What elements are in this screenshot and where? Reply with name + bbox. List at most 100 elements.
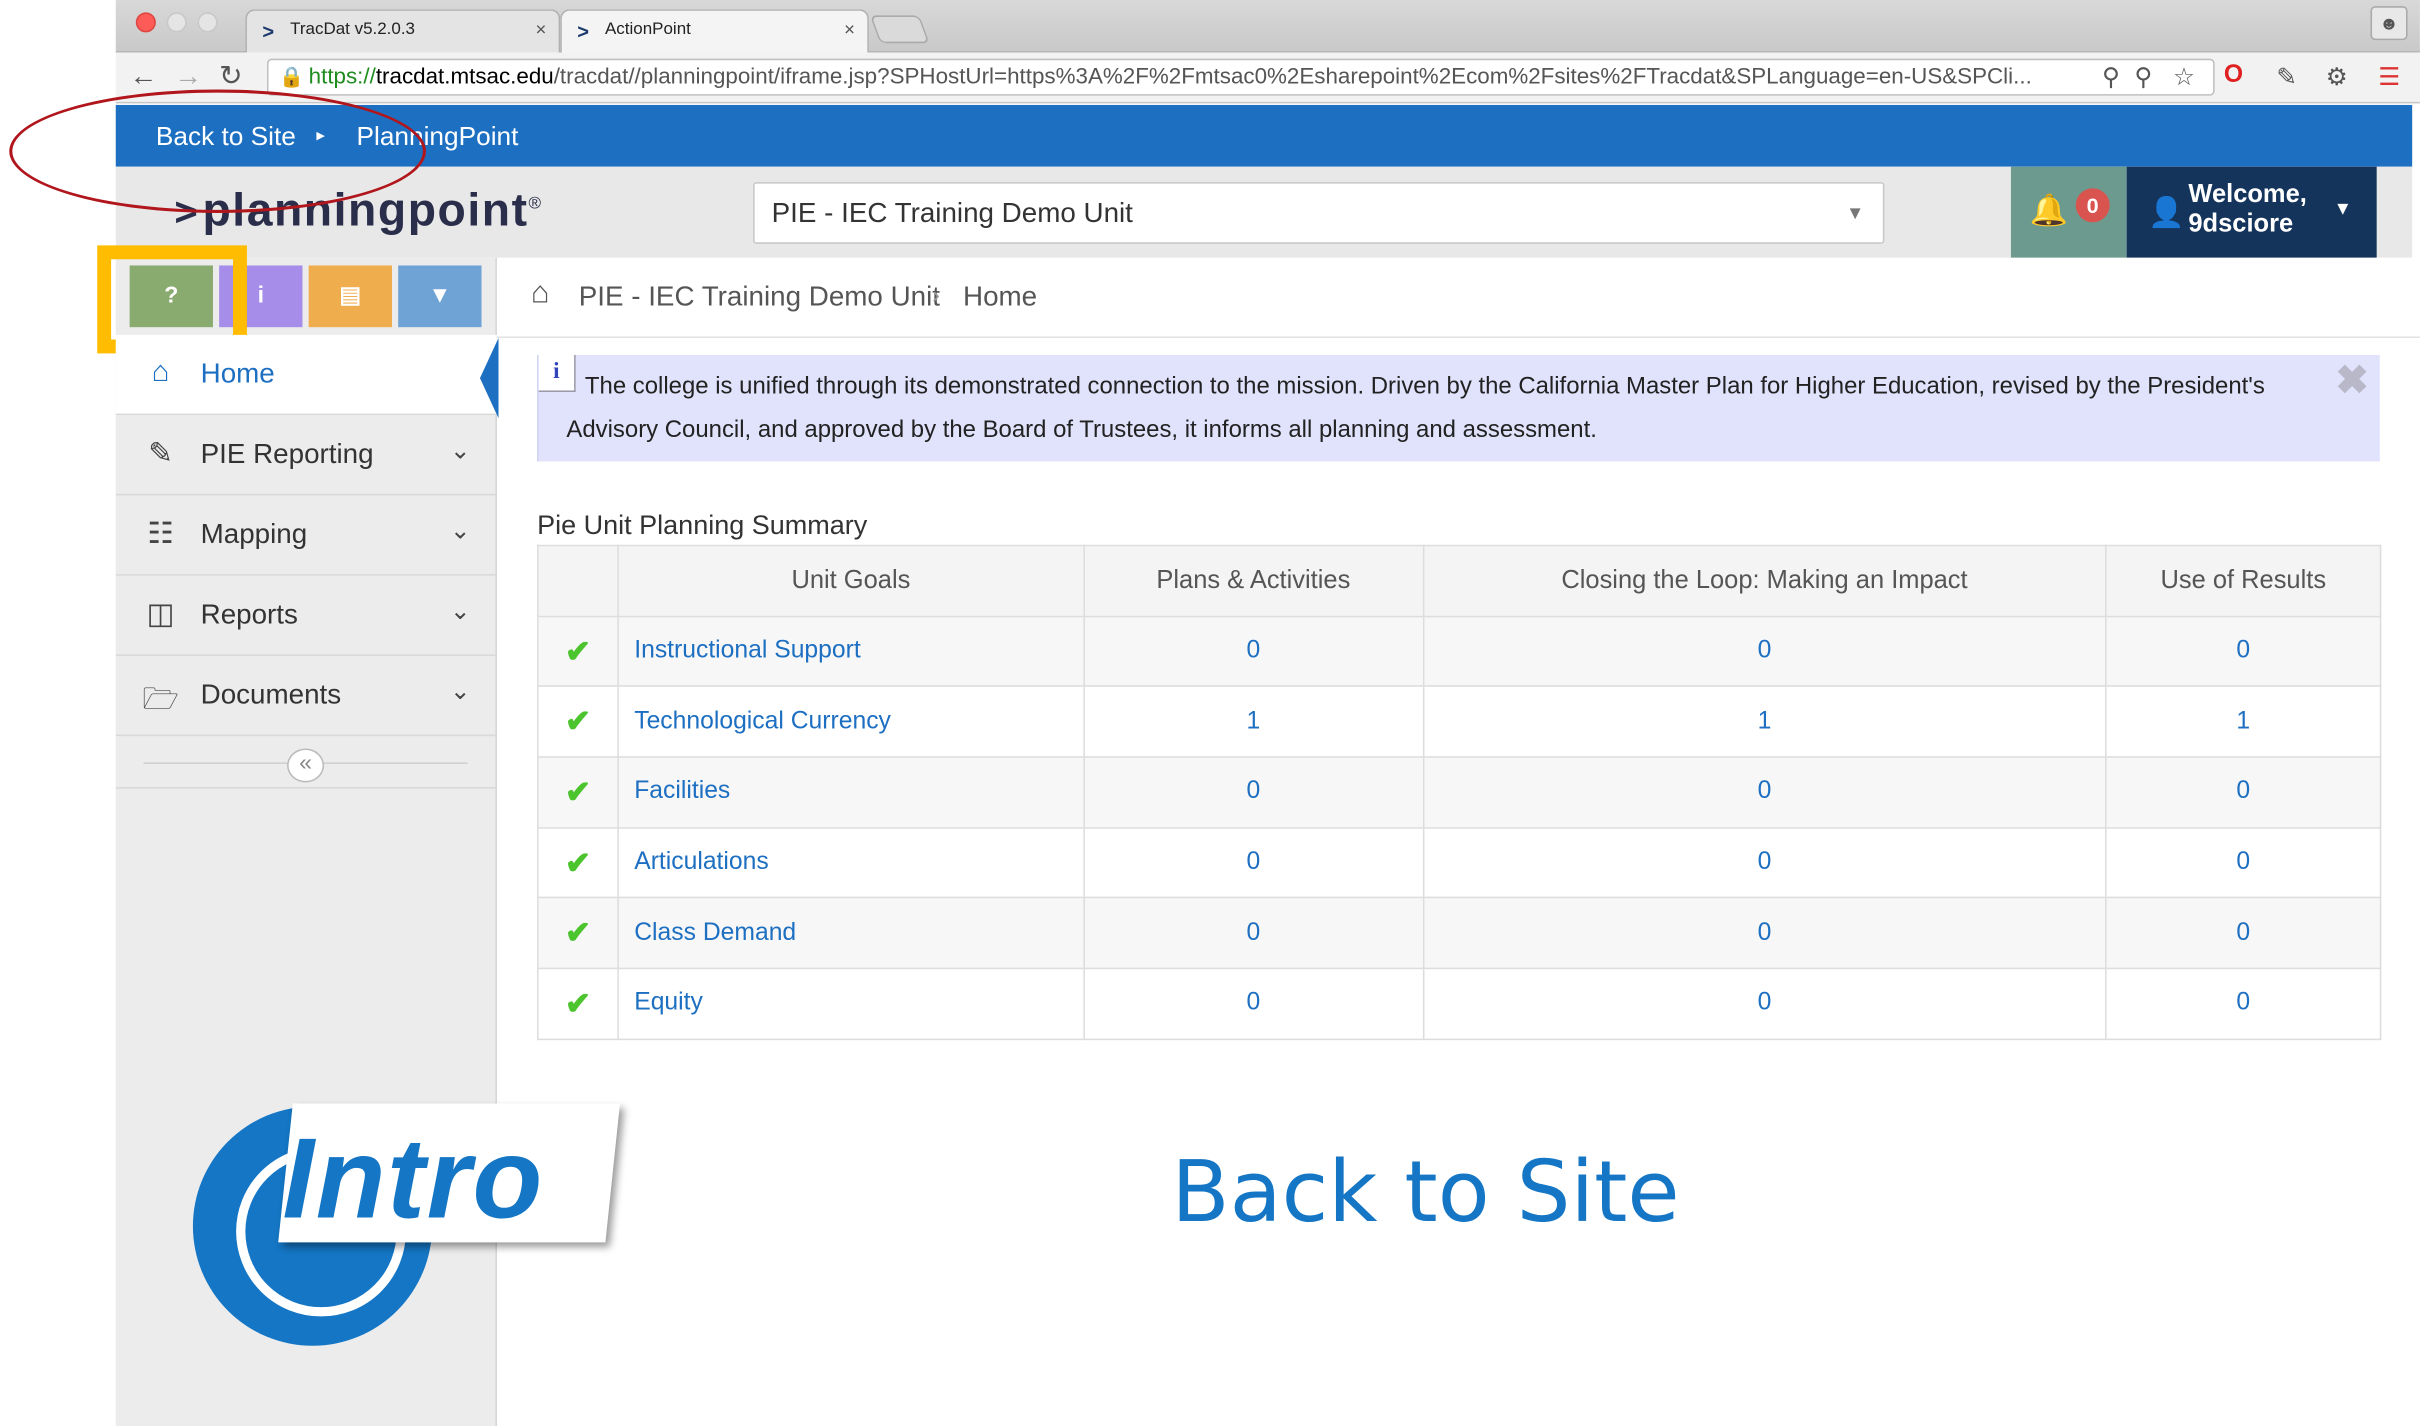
notification-count-badge: 0	[2075, 188, 2110, 223]
goal-link[interactable]: Technological Currency	[617, 685, 1085, 758]
chevron-down-icon: ⌄	[450, 598, 471, 626]
use-count-link[interactable]: 1	[2105, 685, 2382, 758]
notifications-button[interactable]: 🔔 0	[2010, 166, 2127, 258]
filter-icon: ▼	[428, 282, 452, 309]
window-close-button[interactable]	[135, 12, 156, 33]
use-count-link[interactable]: 0	[2105, 826, 2382, 899]
tab-close-icon[interactable]: ×	[536, 19, 547, 41]
goal-link[interactable]: Equity	[617, 967, 1085, 1040]
bookmark-star-icon[interactable]: ☆	[2173, 62, 2195, 93]
closing-count-link[interactable]: 0	[1422, 967, 2107, 1040]
chevron-down-icon: ⌄	[450, 679, 471, 706]
sidebar-item-label: PIE Reporting	[200, 438, 374, 470]
closing-count-link[interactable]: 0	[1422, 756, 2107, 829]
check-icon: ✔	[537, 756, 619, 829]
key-icon[interactable]: ⚲	[2102, 62, 2120, 93]
reload-icon[interactable]: ↻	[219, 60, 242, 92]
unit-select-value: PIE - IEC Training Demo Unit	[771, 197, 1133, 229]
url-scheme: https://	[308, 64, 376, 90]
zoom-icon[interactable]: ⚲	[2134, 62, 2152, 93]
browser-tab-title: TracDat v5.2.0.3	[290, 20, 416, 39]
goal-link[interactable]: Articulations	[617, 826, 1085, 899]
info-icon: i	[538, 354, 576, 392]
user-icon: 👤	[2148, 197, 2185, 230]
table-row: ✔ Instructional Support 0 0 0	[537, 615, 2382, 688]
browser-menu-icon[interactable]: ☰	[2378, 62, 2400, 93]
window-zoom-button[interactable]	[197, 12, 218, 33]
plans-count-link[interactable]: 0	[1082, 756, 1424, 829]
goal-link[interactable]: Class Demand	[617, 897, 1085, 970]
filter-button[interactable]: ▼	[398, 265, 482, 328]
opera-extension-icon[interactable]: O	[2224, 62, 2243, 90]
plans-count-link[interactable]: 0	[1082, 615, 1424, 688]
sidebar-item-mapping[interactable]: ☷ Mapping ⌄	[115, 495, 497, 576]
pencil-icon: ✎	[148, 438, 173, 471]
welcome-text: Welcome, 9dsciore	[2188, 181, 2306, 240]
sidebar-item-home[interactable]: ⌂ Home	[115, 334, 497, 416]
closing-count-link[interactable]: 1	[1422, 685, 2107, 758]
forward-arrow-icon[interactable]: →	[174, 60, 202, 92]
profile-icon[interactable]: ☻	[2370, 6, 2408, 41]
url-path: /tracdat//planningpoint/iframe.jsp?SPHos…	[553, 64, 2032, 90]
use-count-link[interactable]: 0	[2105, 897, 2382, 970]
browser-tab-actionpoint[interactable]: > ActionPoint ×	[560, 9, 869, 53]
columns-icon: ◫	[146, 598, 175, 632]
url-bar[interactable]: 🔒 https://tracdat.mtsac.edu/tracdat//pla…	[266, 58, 2215, 96]
screenshot-ui: > TracDat v5.2.0.3 × > ActionPoint × ☻ ←…	[0, 0, 2420, 1426]
collapse-sidebar-button[interactable]: «	[287, 748, 325, 783]
plans-count-link[interactable]: 0	[1082, 826, 1424, 899]
home-icon: ⌂	[151, 356, 170, 389]
browser-tab-tracdat[interactable]: > TracDat v5.2.0.3 ×	[245, 9, 561, 53]
table-row: ✔ Technological Currency 1 1 1	[537, 685, 2382, 758]
breadcrumb-separator: ›	[932, 282, 940, 309]
caret-down-icon: ▼	[2333, 197, 2352, 220]
chevron-down-icon: ▼	[1845, 202, 1865, 224]
intro-logo-text: Intro	[282, 1114, 544, 1243]
bell-icon: 🔔	[2029, 194, 2068, 229]
info-message-line1: The college is unified through its demon…	[584, 373, 2265, 400]
settings-extension-icon[interactable]: ⚙	[2326, 62, 2348, 93]
back-arrow-icon[interactable]: ←	[130, 60, 158, 92]
goal-link[interactable]: Instructional Support	[617, 615, 1085, 688]
use-count-link[interactable]: 0	[2105, 615, 2382, 688]
use-count-link[interactable]: 0	[2105, 756, 2382, 829]
new-tab-button[interactable]	[869, 15, 930, 44]
username: 9dsciore	[2188, 209, 2294, 238]
plans-count-link[interactable]: 0	[1082, 967, 1424, 1040]
sidebar-item-pie-reporting[interactable]: ✎ PIE Reporting ⌄	[115, 415, 497, 496]
active-item-indicator	[479, 337, 499, 419]
breadcrumb: ⌂ PIE - IEC Training Demo Unit › Home	[496, 257, 2420, 338]
use-count-link[interactable]: 0	[2105, 967, 2382, 1040]
table-row: ✔ Class Demand 0 0 0	[537, 897, 2382, 970]
site-nav-bar: Back to Site ▸ PlanningPoint	[115, 104, 2413, 167]
sidebar-collapse: «	[143, 748, 468, 783]
sidebar-item-reports[interactable]: ◫ Reports ⌄	[115, 576, 497, 656]
plans-count-link[interactable]: 1	[1082, 685, 1424, 758]
welcome-line: Welcome,	[2188, 180, 2307, 209]
unit-select[interactable]: PIE - IEC Training Demo Unit ▼	[753, 182, 1885, 244]
sidebar-item-label: Reports	[200, 598, 298, 630]
closing-count-link[interactable]: 0	[1422, 826, 2107, 899]
sidebar-divider	[115, 787, 497, 789]
window-minimize-button[interactable]	[166, 12, 187, 33]
closing-count-link[interactable]: 0	[1422, 897, 2107, 970]
check-icon: ✔	[537, 897, 619, 970]
table-header-row: Unit Goals Plans & Activities Closing th…	[537, 544, 2382, 617]
planning-summary-table: Unit Goals Plans & Activities Closing th…	[537, 544, 2382, 1040]
user-menu-button[interactable]: 👤 Welcome, 9dsciore ▼	[2126, 166, 2377, 258]
closing-count-link[interactable]: 0	[1422, 615, 2107, 688]
eyedropper-extension-icon[interactable]: ✎	[2276, 62, 2297, 93]
slide-caption: Back to Site	[1171, 1142, 1680, 1241]
plans-count-link[interactable]: 0	[1082, 897, 1424, 970]
tracdat-favicon-icon: >	[262, 20, 275, 44]
notes-button[interactable]: ▤	[308, 265, 392, 328]
close-icon[interactable]: ✖	[2335, 358, 2369, 401]
sidebar-item-label: Documents	[200, 679, 342, 710]
tab-close-icon[interactable]: ×	[844, 19, 855, 41]
breadcrumb-unit[interactable]: PIE - IEC Training Demo Unit	[579, 281, 940, 313]
left-margin	[0, 0, 116, 1426]
home-icon[interactable]: ⌂	[531, 276, 550, 311]
intro-logo: Intro	[192, 1103, 620, 1350]
goal-link[interactable]: Facilities	[617, 756, 1085, 829]
sidebar-item-documents[interactable]: 🗁 Documents ⌄	[115, 656, 497, 737]
